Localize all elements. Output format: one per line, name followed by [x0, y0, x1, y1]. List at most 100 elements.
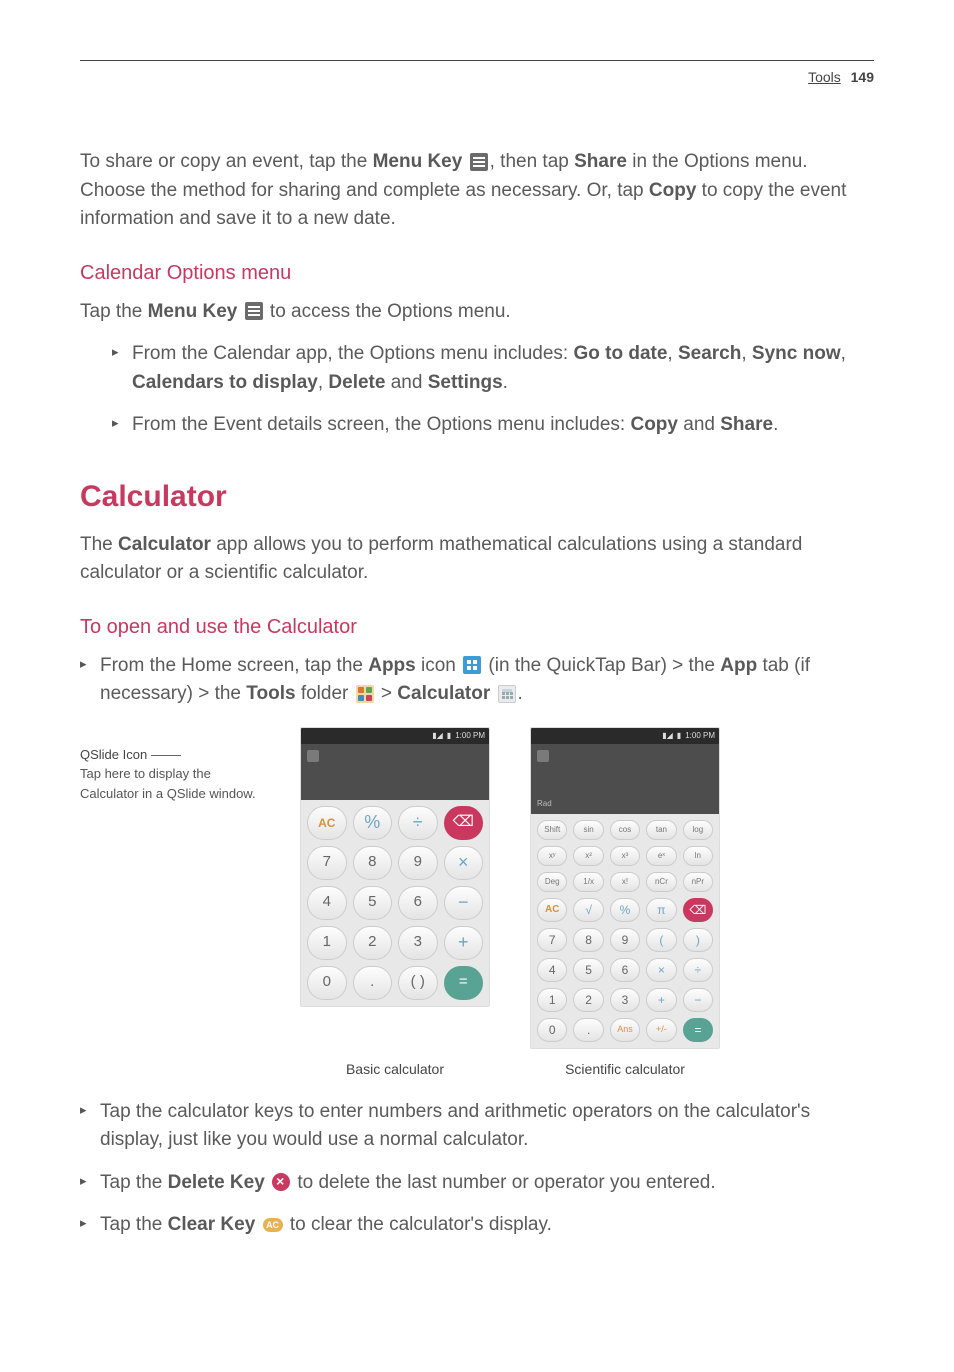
key-minus[interactable]: −	[444, 886, 484, 920]
usage-list: Tap the calculator keys to enter numbers…	[80, 1098, 874, 1240]
key-fact[interactable]: x!	[610, 872, 640, 892]
calculator-heading: Calculator	[80, 474, 874, 519]
mode-label: Rad	[537, 798, 552, 810]
menu-key-icon	[245, 302, 263, 320]
text: Tap the	[100, 1172, 168, 1193]
key-1[interactable]: 1	[307, 926, 347, 960]
key-xy[interactable]: xʸ	[537, 846, 567, 866]
text: From the Home screen, tap the	[100, 655, 368, 676]
opt-label: Copy	[630, 414, 678, 435]
key-5[interactable]: 5	[353, 886, 393, 920]
key-delete[interactable]: ⌫	[444, 806, 484, 840]
key-2[interactable]: 2	[353, 926, 393, 960]
qslide-icon[interactable]	[537, 750, 549, 762]
key-9[interactable]: 9	[398, 846, 438, 880]
header-page-number: 149	[851, 69, 874, 85]
key-lparen[interactable]: (	[646, 928, 676, 952]
calculator-label: Calculator	[118, 534, 211, 555]
key-rparen[interactable]: )	[683, 928, 713, 952]
key-equals[interactable]: =	[444, 966, 484, 1000]
text: ,	[667, 343, 678, 364]
opt-label: Search	[678, 343, 741, 364]
key-dot[interactable]: .	[353, 966, 393, 1000]
key-multiply[interactable]: ×	[646, 958, 676, 982]
key-ex[interactable]: eˣ	[646, 846, 676, 866]
key-sqrt[interactable]: √	[573, 898, 603, 922]
key-ln[interactable]: ln	[683, 846, 713, 866]
key-7[interactable]: 7	[537, 928, 567, 952]
key-log[interactable]: log	[683, 820, 713, 840]
tools-folder-icon	[356, 685, 374, 703]
key-equals[interactable]: =	[683, 1018, 713, 1042]
calendar-options-heading: Calendar Options menu	[80, 258, 874, 288]
key-7[interactable]: 7	[307, 846, 347, 880]
key-ncr[interactable]: nCr	[646, 872, 676, 892]
key-pi[interactable]: π	[646, 898, 676, 922]
key-sin[interactable]: sin	[573, 820, 603, 840]
text: .	[518, 683, 523, 704]
key-8[interactable]: 8	[573, 928, 603, 952]
key-divide[interactable]: ÷	[683, 958, 713, 982]
key-3[interactable]: 3	[398, 926, 438, 960]
apps-label: Apps	[368, 655, 416, 676]
key-deg[interactable]: Deg	[537, 872, 567, 892]
page-header: Tools 149	[80, 67, 874, 88]
menu-key-label: Menu Key	[373, 151, 468, 172]
key-0[interactable]: 0	[307, 966, 347, 1000]
key-4[interactable]: 4	[307, 886, 347, 920]
key-minus[interactable]: −	[683, 988, 713, 1012]
key-9[interactable]: 9	[610, 928, 640, 952]
key-x3[interactable]: x³	[610, 846, 640, 866]
menu-key-icon	[470, 153, 488, 171]
key-2[interactable]: 2	[573, 988, 603, 1012]
key-dot[interactable]: .	[573, 1018, 603, 1042]
list-item: From the Event details screen, the Optio…	[112, 411, 874, 440]
key-shift[interactable]: Shift	[537, 820, 567, 840]
scientific-keypad: Shift sin cos tan log xʸ x² x³ eˣ ln Deg…	[531, 814, 719, 1048]
callout-title: QSlide Icon	[80, 747, 147, 762]
key-ans[interactable]: Ans	[610, 1018, 640, 1042]
key-3[interactable]: 3	[610, 988, 640, 1012]
share-label: Share	[574, 151, 627, 172]
opt-label: Go to date	[573, 343, 667, 364]
calculator-display	[301, 744, 489, 800]
key-6[interactable]: 6	[398, 886, 438, 920]
key-percent[interactable]: %	[353, 806, 393, 840]
key-5[interactable]: 5	[573, 958, 603, 982]
basic-keypad: AC % ÷ ⌫ 7 8 9 × 4 5 6 − 1 2 3 +	[301, 800, 489, 1006]
key-ac[interactable]: AC	[307, 806, 347, 840]
key-6[interactable]: 6	[610, 958, 640, 982]
calculator-display: Rad	[531, 744, 719, 814]
key-0[interactable]: 0	[537, 1018, 567, 1042]
list-item: Tap the calculator keys to enter numbers…	[80, 1098, 874, 1155]
key-paren[interactable]: ( )	[398, 966, 438, 1000]
share-copy-paragraph: To share or copy an event, tap the Menu …	[80, 148, 874, 234]
header-section: Tools	[808, 69, 841, 85]
key-x2[interactable]: x²	[573, 846, 603, 866]
key-inv[interactable]: 1/x	[573, 872, 603, 892]
text: From the Event details screen, the Optio…	[132, 414, 630, 435]
scientific-calculator-screenshot: ▮◢ ▮ 1:00 PM Rad Shift sin cos tan log x…	[530, 727, 720, 1049]
key-4[interactable]: 4	[537, 958, 567, 982]
key-8[interactable]: 8	[353, 846, 393, 880]
key-plus[interactable]: +	[646, 988, 676, 1012]
text: To share or copy an event, tap the	[80, 151, 373, 172]
tools-label: Tools	[246, 683, 295, 704]
text: .	[773, 414, 778, 435]
copy-label: Copy	[649, 180, 697, 201]
key-ac[interactable]: AC	[537, 898, 567, 922]
text	[490, 683, 495, 704]
key-cos[interactable]: cos	[610, 820, 640, 840]
key-divide[interactable]: ÷	[398, 806, 438, 840]
status-bar: ▮◢ ▮ 1:00 PM	[531, 728, 719, 744]
key-multiply[interactable]: ×	[444, 846, 484, 880]
key-1[interactable]: 1	[537, 988, 567, 1012]
key-tan[interactable]: tan	[646, 820, 676, 840]
qslide-icon[interactable]	[307, 750, 319, 762]
key-delete[interactable]: ⌫	[683, 898, 713, 922]
key-npr[interactable]: nPr	[683, 872, 713, 892]
status-time: 1:00 PM	[455, 730, 485, 742]
key-percent[interactable]: %	[610, 898, 640, 922]
key-plusminus[interactable]: +/-	[646, 1018, 676, 1042]
key-plus[interactable]: +	[444, 926, 484, 960]
